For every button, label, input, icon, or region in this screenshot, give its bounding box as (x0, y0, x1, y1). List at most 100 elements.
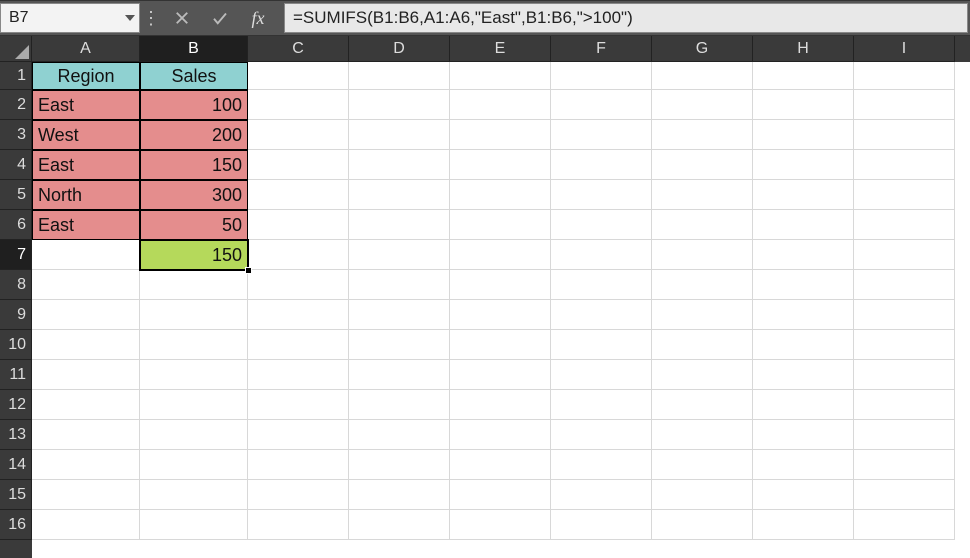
row-header-7[interactable]: 7 (0, 240, 32, 270)
cell-G1[interactable] (652, 62, 753, 90)
row-header-1[interactable]: 1 (0, 62, 32, 90)
cell-H15[interactable] (753, 480, 854, 510)
row-header-2[interactable]: 2 (0, 90, 32, 120)
cell-G10[interactable] (652, 330, 753, 360)
cell-A3[interactable]: West (32, 120, 140, 150)
cell-H9[interactable] (753, 300, 854, 330)
cell-F5[interactable] (551, 180, 652, 210)
cell-A11[interactable] (32, 360, 140, 390)
cell-E2[interactable] (450, 90, 551, 120)
row-header-5[interactable]: 5 (0, 180, 32, 210)
cell-A2[interactable]: East (32, 90, 140, 120)
cell-I13[interactable] (854, 420, 955, 450)
cell-A5[interactable]: North (32, 180, 140, 210)
column-header-B[interactable]: B (140, 36, 248, 62)
cell-H4[interactable] (753, 150, 854, 180)
enter-icon[interactable] (210, 8, 230, 28)
row-header-16[interactable]: 16 (0, 510, 32, 540)
formula-input[interactable]: =SUMIFS(B1:B6,A1:A6,"East",B1:B6,">100") (284, 3, 968, 33)
cell-B13[interactable] (140, 420, 248, 450)
fx-icon[interactable]: fx (248, 8, 268, 28)
cell-D14[interactable] (349, 450, 450, 480)
row-header-14[interactable]: 14 (0, 450, 32, 480)
cell-H5[interactable] (753, 180, 854, 210)
cell-A14[interactable] (32, 450, 140, 480)
column-header-F[interactable]: F (551, 36, 652, 62)
cell-C11[interactable] (248, 360, 349, 390)
cell-G14[interactable] (652, 450, 753, 480)
cell-F10[interactable] (551, 330, 652, 360)
cell-D16[interactable] (349, 510, 450, 540)
cell-C16[interactable] (248, 510, 349, 540)
column-header-G[interactable]: G (652, 36, 753, 62)
cell-E3[interactable] (450, 120, 551, 150)
cell-I4[interactable] (854, 150, 955, 180)
cell-F2[interactable] (551, 90, 652, 120)
cell-B15[interactable] (140, 480, 248, 510)
cell-I8[interactable] (854, 270, 955, 300)
cell-E14[interactable] (450, 450, 551, 480)
cell-H10[interactable] (753, 330, 854, 360)
cell-F13[interactable] (551, 420, 652, 450)
cell-B1[interactable]: Sales (140, 62, 248, 90)
cell-H8[interactable] (753, 270, 854, 300)
cell-I6[interactable] (854, 210, 955, 240)
cell-C14[interactable] (248, 450, 349, 480)
cell-C2[interactable] (248, 90, 349, 120)
column-header-H[interactable]: H (753, 36, 854, 62)
cell-D11[interactable] (349, 360, 450, 390)
cell-E10[interactable] (450, 330, 551, 360)
cell-G5[interactable] (652, 180, 753, 210)
cell-I15[interactable] (854, 480, 955, 510)
row-header-6[interactable]: 6 (0, 210, 32, 240)
row-header-12[interactable]: 12 (0, 390, 32, 420)
cell-G7[interactable] (652, 240, 753, 270)
cell-C13[interactable] (248, 420, 349, 450)
cell-E15[interactable] (450, 480, 551, 510)
cell-C6[interactable] (248, 210, 349, 240)
cell-A13[interactable] (32, 420, 140, 450)
cell-C8[interactable] (248, 270, 349, 300)
cell-G8[interactable] (652, 270, 753, 300)
name-box-dropdown-icon[interactable] (125, 15, 135, 21)
cell-B3[interactable]: 200 (140, 120, 248, 150)
cell-E8[interactable] (450, 270, 551, 300)
cell-I14[interactable] (854, 450, 955, 480)
row-header-15[interactable]: 15 (0, 480, 32, 510)
cell-D3[interactable] (349, 120, 450, 150)
cell-C4[interactable] (248, 150, 349, 180)
cell-C3[interactable] (248, 120, 349, 150)
cell-C5[interactable] (248, 180, 349, 210)
cell-F8[interactable] (551, 270, 652, 300)
cell-B8[interactable] (140, 270, 248, 300)
cell-D5[interactable] (349, 180, 450, 210)
cell-D1[interactable] (349, 62, 450, 90)
cell-E6[interactable] (450, 210, 551, 240)
cell-I1[interactable] (854, 62, 955, 90)
row-header-11[interactable]: 11 (0, 360, 32, 390)
cell-E5[interactable] (450, 180, 551, 210)
cell-H3[interactable] (753, 120, 854, 150)
cell-I9[interactable] (854, 300, 955, 330)
cell-F14[interactable] (551, 450, 652, 480)
cell-A6[interactable]: East (32, 210, 140, 240)
cell-F4[interactable] (551, 150, 652, 180)
cell-C9[interactable] (248, 300, 349, 330)
cell-I10[interactable] (854, 330, 955, 360)
cell-C1[interactable] (248, 62, 349, 90)
cell-B4[interactable]: 150 (140, 150, 248, 180)
cell-D6[interactable] (349, 210, 450, 240)
cell-D15[interactable] (349, 480, 450, 510)
cell-G16[interactable] (652, 510, 753, 540)
cell-C12[interactable] (248, 390, 349, 420)
row-header-3[interactable]: 3 (0, 120, 32, 150)
cell-B9[interactable] (140, 300, 248, 330)
row-header-8[interactable]: 8 (0, 270, 32, 300)
cell-F16[interactable] (551, 510, 652, 540)
cell-E1[interactable] (450, 62, 551, 90)
cell-I5[interactable] (854, 180, 955, 210)
cell-H7[interactable] (753, 240, 854, 270)
cell-I12[interactable] (854, 390, 955, 420)
cell-H16[interactable] (753, 510, 854, 540)
select-all-corner[interactable] (0, 36, 32, 62)
